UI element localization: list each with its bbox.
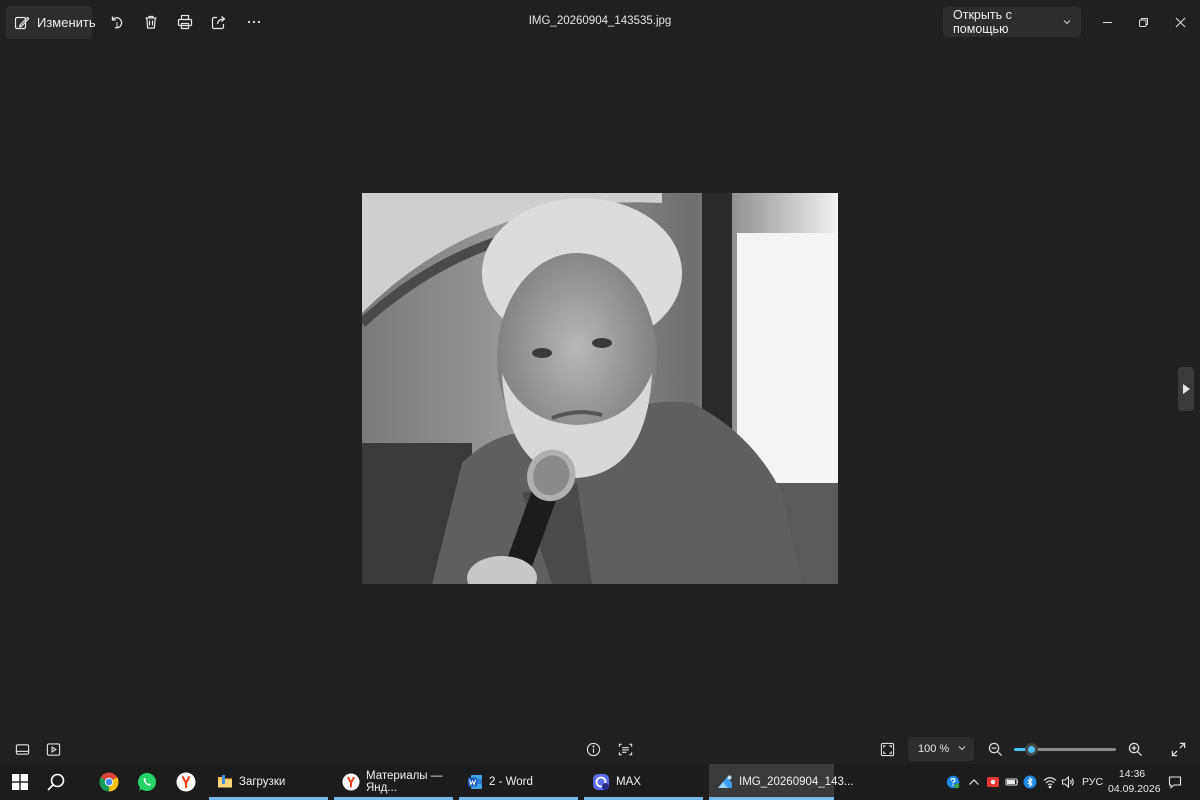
search-icon[interactable] (44, 770, 68, 794)
share-icon[interactable] (209, 12, 229, 32)
photos-icon (717, 774, 733, 790)
zoom-in-icon[interactable] (1126, 740, 1144, 758)
restore-icon[interactable] (1132, 12, 1154, 32)
help-icon[interactable] (942, 764, 964, 800)
chevron-right-icon (1182, 384, 1190, 394)
taskbar-app-label: Материалы — Янд... (366, 770, 443, 794)
filmstrip-icon[interactable] (13, 740, 31, 758)
wifi-icon[interactable] (1042, 764, 1058, 800)
max-messenger-icon (592, 773, 610, 791)
scan-text-icon[interactable] (616, 740, 634, 758)
taskbar-app-downloads[interactable]: Загрузки (209, 764, 328, 800)
chevron-down-icon (1063, 15, 1071, 29)
delete-icon[interactable] (141, 12, 161, 32)
windows-taskbar: Загрузки Материалы — Янд... 2 - Word MAX… (0, 764, 1200, 800)
zoom-level-dropdown[interactable]: 100 % (908, 737, 974, 761)
taskbar-app-yandex-browser[interactable]: Материалы — Янд... (334, 764, 453, 800)
zoom-out-icon[interactable] (986, 740, 1004, 758)
file-name-title: IMG_20260904_143535.jpg (528, 15, 672, 27)
taskbar-app-label: 2 - Word (489, 776, 533, 788)
windows-start-icon[interactable] (8, 770, 32, 794)
taskbar-app-photos[interactable]: IMG_20260904_143... (709, 764, 853, 800)
folder-icon (217, 774, 233, 790)
edit-label: Изменить (37, 15, 96, 30)
slideshow-icon[interactable] (44, 740, 62, 758)
taskbar-app-label: IMG_20260904_143... (739, 776, 854, 788)
print-icon[interactable] (175, 12, 195, 32)
taskbar-app-label: MAX (616, 776, 641, 788)
whatsapp-icon[interactable] (135, 770, 159, 794)
bluetooth-icon[interactable] (1022, 764, 1038, 800)
zoom-slider-thumb[interactable] (1025, 743, 1038, 756)
input-language-indicator[interactable]: РУС (1082, 776, 1103, 788)
more-icon[interactable] (244, 12, 264, 32)
info-icon[interactable] (584, 740, 602, 758)
app-toolbar: Изменить IMG_20260904_143535.jpg Открыть… (0, 0, 1200, 46)
clock-date: 04.09.2026 (1108, 783, 1161, 795)
edit-button[interactable]: Изменить (6, 6, 96, 39)
chevron-down-icon (958, 743, 966, 755)
clock-time: 14:36 (1118, 768, 1146, 780)
edit-icon (14, 15, 30, 31)
close-icon[interactable] (1169, 12, 1191, 32)
chevron-up-icon[interactable] (966, 764, 982, 800)
yandex-browser-icon[interactable] (174, 770, 198, 794)
fit-to-window-icon[interactable] (878, 740, 896, 758)
record-icon[interactable] (985, 764, 1001, 800)
notifications-icon[interactable] (1166, 764, 1184, 800)
taskbar-app-label: Загрузки (239, 776, 286, 788)
displayed-photo (362, 193, 838, 584)
volume-icon[interactable] (1060, 764, 1076, 800)
rotate-icon[interactable] (107, 12, 127, 32)
taskbar-app-max[interactable]: MAX (584, 764, 703, 800)
zoom-slider[interactable] (1014, 743, 1116, 756)
next-image-button[interactable] (1178, 367, 1194, 411)
word-icon (467, 774, 483, 790)
battery-icon[interactable] (1004, 764, 1020, 800)
yandex-browser-icon (342, 773, 360, 791)
viewer-bottom-bar: 100 % (0, 734, 1200, 764)
full-screen-icon[interactable] (1169, 740, 1187, 758)
minimize-icon[interactable] (1096, 12, 1118, 32)
taskbar-app-word[interactable]: 2 - Word (459, 764, 578, 800)
open-with-button[interactable]: Открыть с помощью (943, 7, 1081, 37)
chrome-icon[interactable] (97, 770, 121, 794)
taskbar-clock[interactable]: 14:36 04.09.2026 (1108, 767, 1161, 797)
zoom-value: 100 % (918, 743, 950, 755)
open-with-label: Открыть с помощью (953, 8, 1012, 36)
